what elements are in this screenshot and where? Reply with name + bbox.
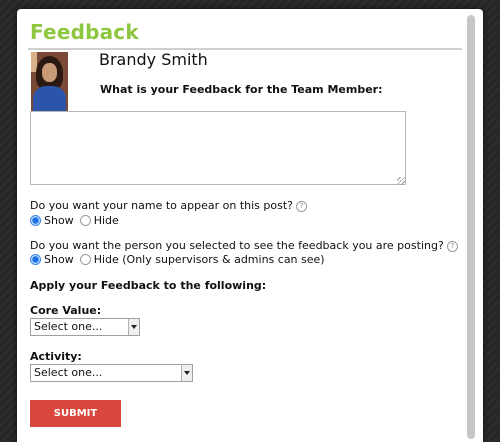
- avatar: [31, 52, 68, 117]
- textarea-resize-handle[interactable]: [397, 177, 405, 185]
- help-icon[interactable]: ?: [446, 241, 458, 252]
- chevron-down-icon: [181, 365, 192, 381]
- member-name: Brandy Smith: [99, 50, 208, 69]
- recipient-show-radio[interactable]: [30, 254, 41, 265]
- name-visibility-question: Do you want your name to appear on this …: [30, 199, 307, 212]
- dialog-scrollbar[interactable]: [467, 15, 475, 439]
- recipient-hide-label[interactable]: Hide (Only supervisors & admins can see): [94, 253, 325, 266]
- feedback-question-label: What is your Feedback for the Team Membe…: [100, 83, 383, 96]
- submit-button[interactable]: SUBMIT: [30, 400, 121, 427]
- core-value-selected: Select one...: [34, 320, 103, 333]
- activity-label: Activity:: [30, 350, 82, 363]
- dialog-title: Feedback: [30, 20, 139, 44]
- name-show-radio[interactable]: [30, 215, 41, 226]
- name-hide-radio[interactable]: [79, 215, 91, 226]
- title-divider: [28, 48, 462, 50]
- feedback-textarea[interactable]: [30, 111, 406, 185]
- activity-select[interactable]: Select one...: [30, 364, 193, 382]
- activity-selected: Select one...: [34, 366, 103, 379]
- name-visibility-question-text: Do you want your name to appear on this …: [30, 199, 293, 212]
- recipient-visibility-question-text: Do you want the person you selected to s…: [30, 239, 444, 252]
- apply-heading: Apply your Feedback to the following:: [30, 279, 267, 292]
- feedback-dialog: Feedback Brandy Smith What is your Feedb…: [17, 9, 483, 442]
- recipient-show-label[interactable]: Show: [44, 253, 74, 266]
- name-visibility-options: Show Hide: [30, 214, 119, 227]
- help-icon[interactable]: ?: [295, 201, 307, 212]
- recipient-visibility-options: Show Hide (Only supervisors & admins can…: [30, 253, 325, 266]
- core-value-label: Core Value:: [30, 304, 102, 317]
- recipient-hide-radio[interactable]: [79, 254, 91, 265]
- recipient-visibility-question: Do you want the person you selected to s…: [30, 239, 458, 252]
- name-show-label[interactable]: Show: [44, 214, 74, 227]
- core-value-select[interactable]: Select one...: [30, 318, 140, 336]
- chevron-down-icon: [128, 319, 139, 335]
- name-hide-label[interactable]: Hide: [94, 214, 119, 227]
